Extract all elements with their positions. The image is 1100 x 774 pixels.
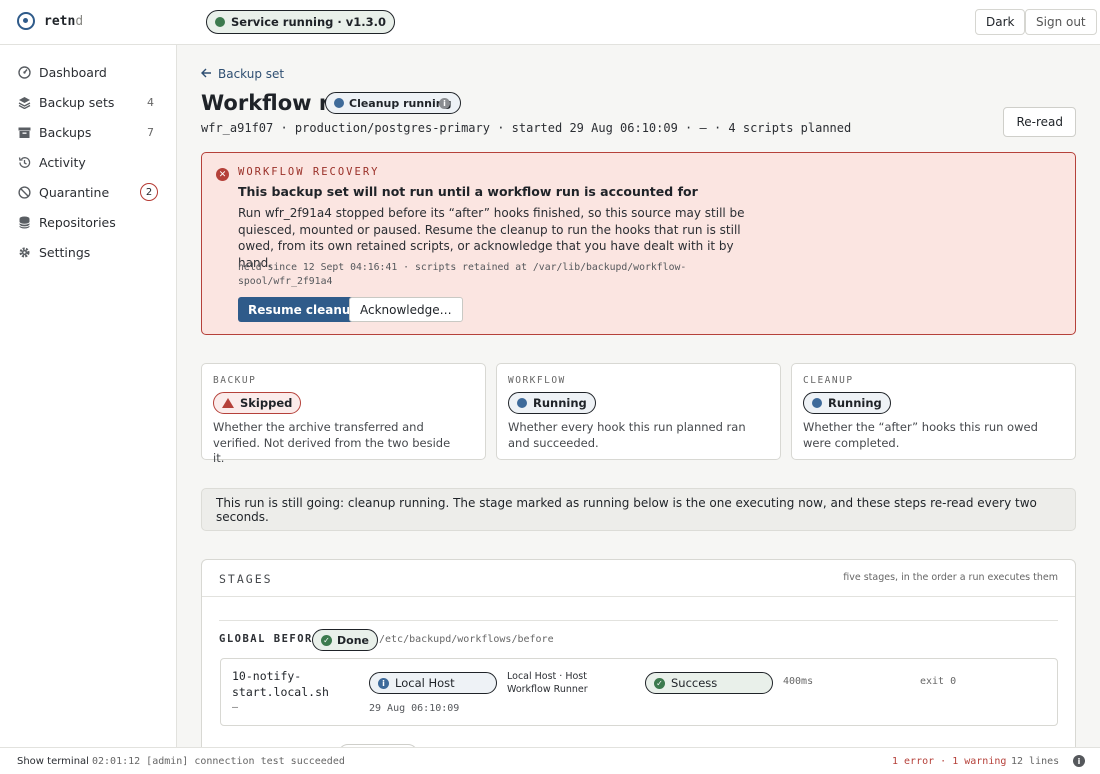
stage-name: GLOBAL BEFORE [219,633,321,645]
check-icon: ✓ [654,677,665,689]
main-content: Backup set Workflow run Cleanup running … [177,45,1100,747]
sidebar-item-dashboard[interactable]: Dashboard [0,57,176,87]
sidebar-item-label: Backups [39,124,92,140]
stage-status-badge: ✓ Done [312,629,378,651]
status-bar: Show terminal 02:01:12 [admin] connectio… [0,747,1100,774]
stages-header: STAGES [219,572,273,586]
run-meta-line: wfr_a91f07 · production/postgres-primary… [201,121,852,135]
info-icon: i [378,677,389,689]
database-icon [18,216,31,229]
card-description: Whether every hook this run planned ran … [508,420,746,450]
history-icon [18,156,31,169]
stages-note: five stages, in the order a run executes… [843,572,1058,583]
alert-tag: WORKFLOW RECOVERY [238,166,380,178]
sidebar-item-label: Backup sets [39,94,115,110]
sidebar-item-label: Repositories [39,214,116,230]
dashboard-icon [18,65,31,79]
workflow-status-card: WORKFLOW Running Whether every hook this… [496,363,781,460]
logo-icon [17,12,35,30]
card-tag: WORKFLOW [508,375,566,386]
script-row[interactable]: 10-notify-start.local.sh — i Local Host … [220,658,1058,726]
service-status-badge[interactable]: Service running · v1.3.0 [206,10,396,34]
stage-status-label: Done [337,633,369,647]
top-bar: retnd Service running · v1.3.0 Dark Sign… [0,0,1100,45]
logo[interactable]: retnd [17,12,83,30]
backup-status-card: BACKUP Skipped Whether the archive trans… [201,363,486,465]
gear-icon [18,246,31,259]
sign-out-button[interactable]: Sign out [1025,9,1097,35]
sidebar-item-settings[interactable]: Settings [0,237,176,267]
archive-icon [18,126,31,139]
ban-icon [18,185,31,199]
status-dot-icon [334,98,344,108]
sidebar-item-activity[interactable]: Activity [0,147,176,177]
status-badge: Running [803,392,891,414]
host-badge[interactable]: i Local Host [369,672,497,694]
theme-toggle-button[interactable]: Dark [975,9,1026,35]
status-badge: Running [508,392,596,414]
warning-icon [222,398,234,408]
stage-path: /etc/backupd/workflows/before [379,634,554,645]
sidebar-item-label: Quarantine [39,184,110,200]
sidebar: Dashboard Backup sets 4 Backups 7 Activi… [0,45,177,747]
status-label: Running [533,396,587,410]
sidebar-item-count: 4 [147,95,154,109]
script-dash: — [232,702,239,713]
error-warning-count[interactable]: 1 error · 1 warning [892,756,1006,767]
status-label: Running [828,396,882,410]
sidebar-item-label: Dashboard [39,64,107,80]
card-tag: BACKUP [213,375,257,386]
service-status-label: Service running · v1.3.0 [231,15,387,29]
sidebar-item-label: Activity [39,154,86,170]
back-link[interactable]: Backup set [201,67,284,81]
script-name: 10-notify-start.local.sh [232,669,329,699]
divider [219,620,1058,621]
alert-meta: held since 12 Sept 04:16:41 · scripts re… [238,262,687,287]
cleanup-status-card: CLEANUP Running Whether the “after” hook… [791,363,1076,460]
exit-code: exit 0 [920,676,957,687]
sidebar-item-backup-sets[interactable]: Backup sets 4 [0,87,176,117]
status-dot-icon [215,17,225,27]
info-icon[interactable]: i [1073,755,1085,767]
duration: 400ms [783,676,814,687]
error-icon: ✕ [216,168,229,181]
card-tag: CLEANUP [803,375,854,386]
result-badge: ✓ Success [645,672,773,694]
show-terminal-button[interactable]: Show terminal [17,756,89,767]
divider [202,596,1075,597]
info-icon[interactable]: i [439,98,450,109]
status-dot-icon [517,398,527,408]
host-description: Local Host · Host Workflow Runner [507,671,588,695]
sidebar-item-quarantine[interactable]: Quarantine 2 [0,177,176,207]
sidebar-item-count: 7 [147,125,154,139]
check-icon: ✓ [321,634,332,646]
sidebar-item-label: Settings [39,244,91,260]
quarantine-count-badge: 2 [140,183,158,201]
logo-text: retnd [44,13,84,29]
host-label: Local Host [395,676,455,690]
run-status-label: Cleanup running [349,96,452,110]
card-description: Whether the archive transferred and veri… [213,420,451,465]
status-badge: Skipped [213,392,302,414]
back-link-label: Backup set [218,67,285,81]
script-timestamp: 29 Aug 06:10:09 [369,703,460,714]
status-dot-icon [812,398,822,408]
stages-panel: STAGES five stages, in the order a run e… [201,559,1076,747]
card-description: Whether the “after” hooks this run owed … [803,420,1038,450]
log-line-count: 12 lines [1011,755,1060,767]
result-label: Success [671,676,718,690]
acknowledge-button[interactable]: Acknowledge… [349,297,463,322]
sidebar-item-backups[interactable]: Backups 7 [0,117,176,147]
alert-headline: This backup set will not run until a wor… [238,184,698,199]
live-run-notice: This run is still going: cleanup running… [201,488,1076,531]
sidebar-item-repositories[interactable]: Repositories [0,207,176,237]
status-label: Skipped [240,396,293,410]
re-read-button[interactable]: Re-read [1003,107,1076,137]
workflow-recovery-alert: ✕ WORKFLOW RECOVERY This backup set will… [201,152,1076,335]
layers-icon [18,96,31,109]
last-log-line: 02:01:12 [admin] connection test succeed… [92,755,345,767]
arrow-left-icon [201,67,212,81]
